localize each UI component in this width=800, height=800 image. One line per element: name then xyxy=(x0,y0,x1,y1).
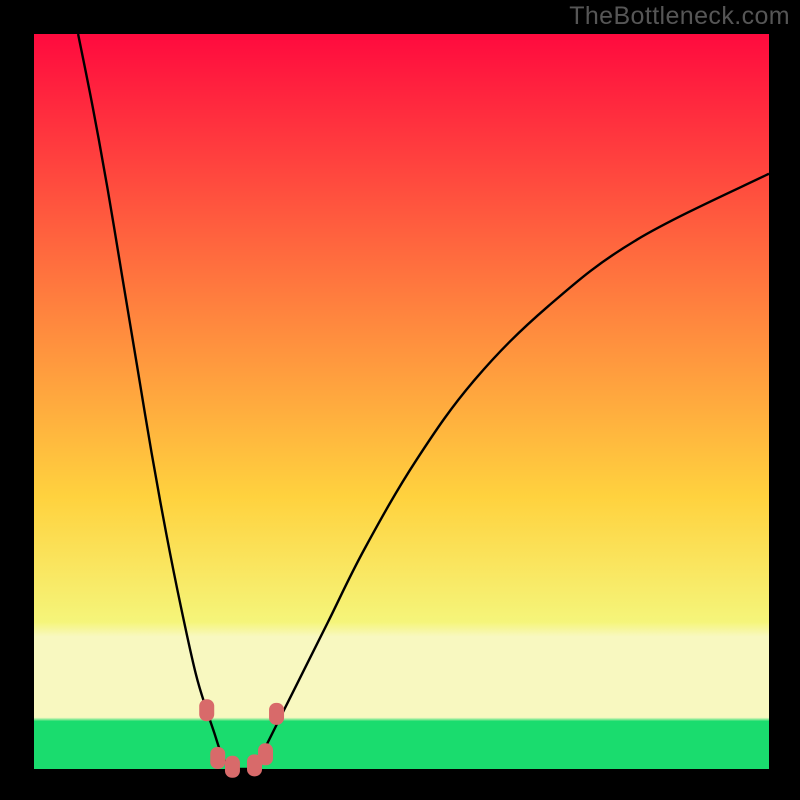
chart-frame: TheBottleneck.com xyxy=(0,0,800,800)
watermark-text: TheBottleneck.com xyxy=(569,2,790,31)
plot-background-gradient xyxy=(34,34,769,769)
valley-marker xyxy=(269,703,284,725)
bottleneck-plot xyxy=(0,0,800,800)
valley-marker xyxy=(199,699,214,721)
valley-marker xyxy=(225,756,240,778)
valley-marker xyxy=(258,743,273,765)
valley-marker xyxy=(210,747,225,769)
